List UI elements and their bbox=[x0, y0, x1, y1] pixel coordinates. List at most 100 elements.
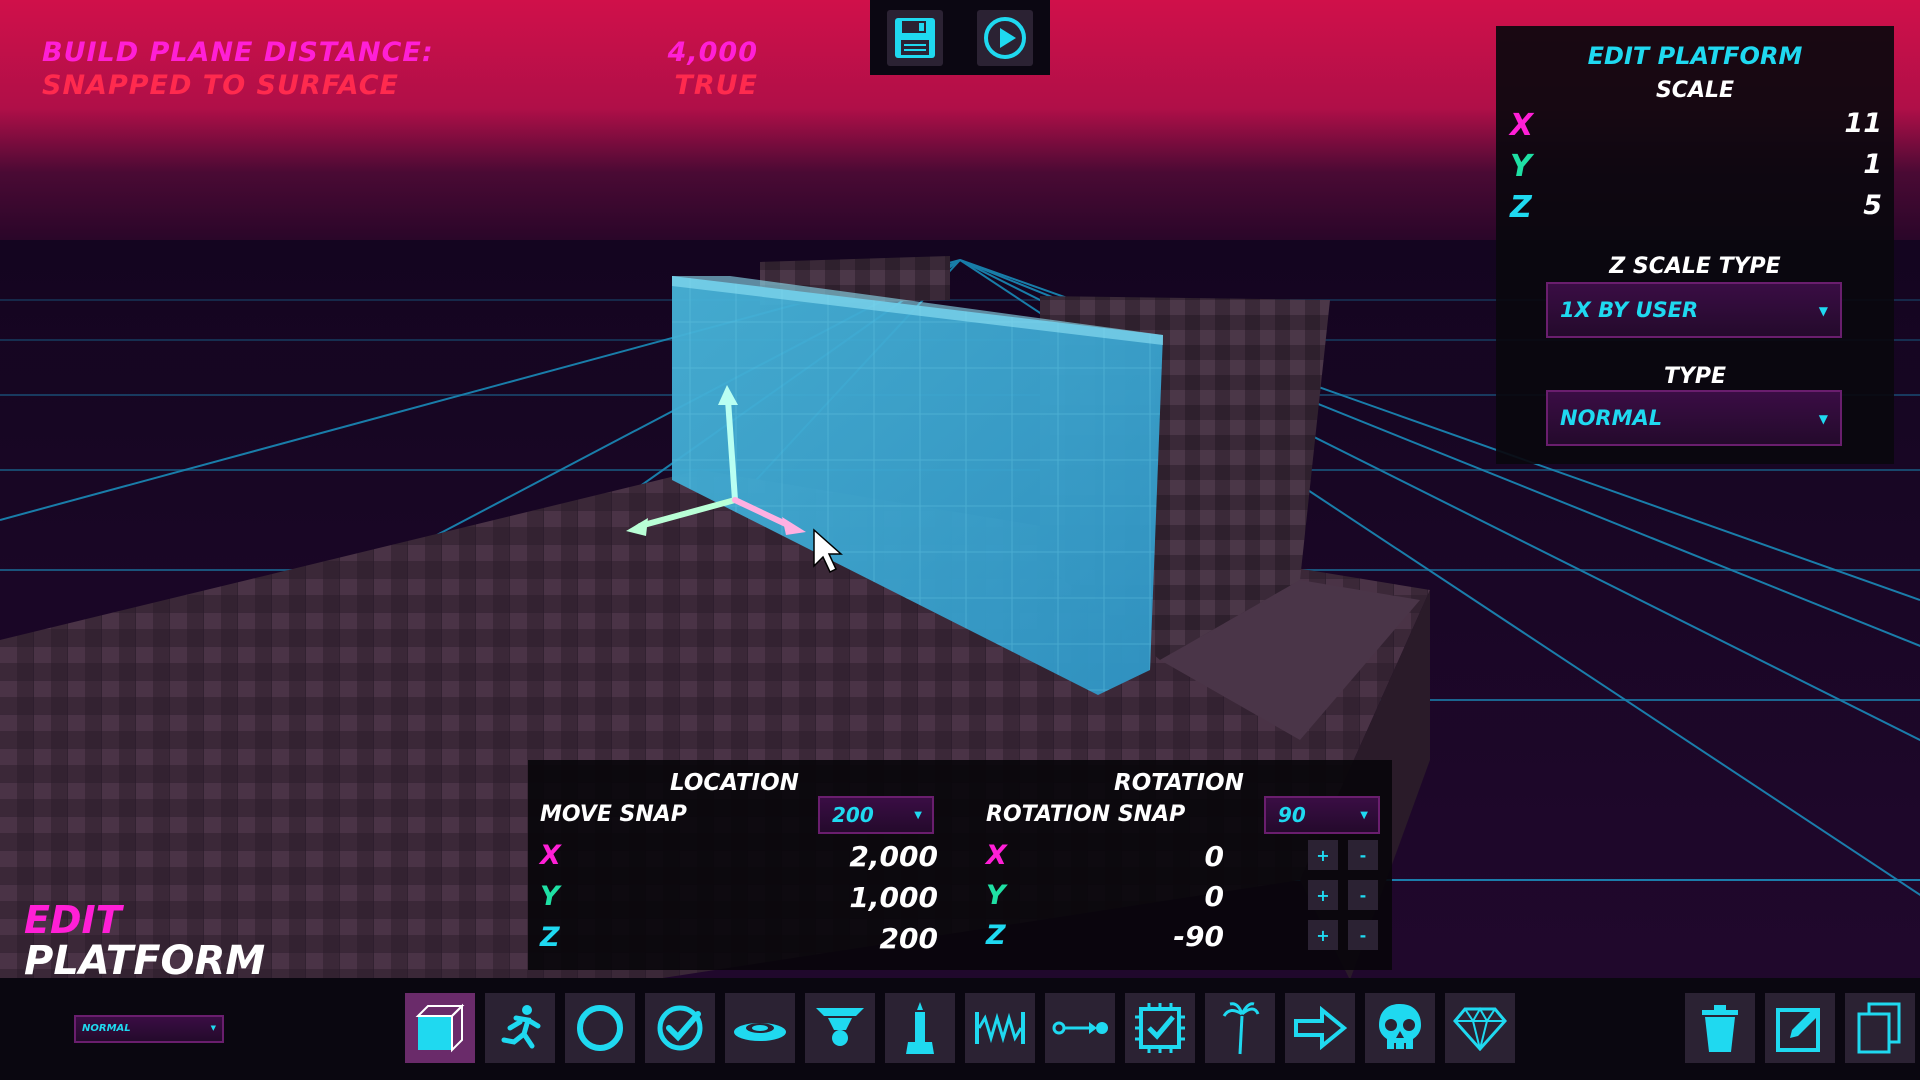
location-x-value[interactable]: 2,000 bbox=[728, 840, 938, 873]
location-y-value[interactable]: 1,000 bbox=[728, 881, 938, 914]
rotation-z-label: Z bbox=[986, 920, 1006, 951]
hud-stats: BUILD PLANE DISTANCE: 4,000 SNAPPED TO S… bbox=[42, 36, 758, 102]
scale-z-label: Z bbox=[1510, 190, 1532, 225]
scale-y-value[interactable]: 1 bbox=[1863, 149, 1882, 184]
rotation-x-plus-button[interactable]: + bbox=[1308, 840, 1338, 870]
scale-x-label: X bbox=[1510, 108, 1534, 143]
tool-goal-button[interactable] bbox=[645, 993, 715, 1063]
mode-mini-dropdown-value: NORMAL bbox=[82, 1023, 131, 1034]
location-z-value[interactable]: 200 bbox=[728, 922, 938, 955]
save-button[interactable] bbox=[887, 9, 943, 66]
build-plane-label: BUILD PLANE DISTANCE: bbox=[42, 37, 434, 68]
z-scale-type-dropdown[interactable]: 1X BY USER ▼ bbox=[1546, 282, 1842, 338]
rotation-x-minus-button[interactable]: - bbox=[1348, 840, 1378, 870]
snapped-value: TRUE bbox=[674, 70, 758, 101]
checkpoint-chip-icon bbox=[1135, 1003, 1185, 1053]
scale-x-value[interactable]: 11 bbox=[1844, 108, 1882, 143]
tool-arrow-button[interactable] bbox=[1285, 993, 1355, 1063]
tool-spring-button[interactable] bbox=[965, 993, 1035, 1063]
edit-icon bbox=[1776, 1008, 1820, 1052]
path-icon bbox=[1052, 1021, 1108, 1035]
rotation-snap-value: 90 bbox=[1278, 803, 1306, 827]
scale-heading: SCALE bbox=[1655, 78, 1735, 103]
type-value: NORMAL bbox=[1560, 406, 1663, 430]
rotation-x-value[interactable]: 0 bbox=[1088, 840, 1224, 873]
skull-icon bbox=[1379, 1004, 1421, 1049]
transform-panel: LOCATION MOVE SNAP 200 ▼ X 2,000 Y 1,000… bbox=[528, 760, 1392, 970]
lamp-icon bbox=[816, 1008, 864, 1046]
top-toolbar bbox=[870, 0, 1050, 75]
cube-icon bbox=[415, 1003, 465, 1053]
location-y-label: Y bbox=[540, 881, 560, 912]
tool-gem-button[interactable] bbox=[1445, 993, 1515, 1063]
move-snap-dropdown[interactable]: 200 ▼ bbox=[818, 796, 934, 834]
location-title: LOCATION bbox=[670, 770, 799, 796]
chevron-down-icon: ▼ bbox=[914, 810, 922, 821]
move-snap-value: 200 bbox=[832, 803, 874, 827]
tool-pad-button[interactable] bbox=[725, 993, 795, 1063]
runner-icon bbox=[501, 1005, 541, 1049]
palm-tree-icon bbox=[1222, 1002, 1260, 1055]
rotation-z-plus-button[interactable]: + bbox=[1308, 920, 1338, 950]
pad-icon bbox=[734, 1023, 786, 1041]
duplicate-button[interactable] bbox=[1845, 993, 1915, 1063]
rotation-z-minus-button[interactable]: - bbox=[1348, 920, 1378, 950]
chevron-down-icon: ▼ bbox=[1818, 412, 1828, 426]
chevron-down-icon: ▼ bbox=[210, 1024, 216, 1032]
type-label: TYPE bbox=[1663, 364, 1727, 389]
snapped-row: SNAPPED TO SURFACE TRUE bbox=[42, 69, 758, 102]
bottom-toolbar bbox=[0, 978, 1920, 1080]
delete-button[interactable] bbox=[1685, 993, 1755, 1063]
z-scale-type-label: Z SCALE TYPE bbox=[1609, 254, 1781, 279]
location-z-label: Z bbox=[540, 922, 560, 953]
trash-icon bbox=[1702, 1005, 1738, 1052]
diamond-icon bbox=[1453, 1007, 1507, 1051]
rotation-z-value[interactable]: -90 bbox=[1088, 920, 1224, 953]
scale-x-row[interactable]: X 11 bbox=[1510, 108, 1882, 143]
tool-platform-button[interactable] bbox=[405, 993, 475, 1063]
statue-icon bbox=[906, 1002, 934, 1054]
scale-y-row[interactable]: Y 1 bbox=[1510, 149, 1882, 184]
rotation-x-label: X bbox=[986, 840, 1007, 871]
tool-lamp-button[interactable] bbox=[805, 993, 875, 1063]
move-snap-label: MOVE SNAP bbox=[540, 802, 687, 827]
rotation-snap-dropdown[interactable]: 90 ▼ bbox=[1264, 796, 1380, 834]
tool-ring-button[interactable] bbox=[565, 993, 635, 1063]
rotation-snap-label: ROTATION SNAP bbox=[986, 802, 1186, 827]
scale-y-label: Y bbox=[1510, 149, 1532, 184]
build-plane-row: BUILD PLANE DISTANCE: 4,000 bbox=[42, 36, 758, 69]
copy-icon bbox=[1857, 1002, 1901, 1054]
scale-z-value[interactable]: 5 bbox=[1863, 190, 1882, 225]
tool-checkpoint-button[interactable] bbox=[1125, 993, 1195, 1063]
edit-platform-panel: EDIT PLATFORM SCALE X 11 Y 1 Z 5 Z SCALE… bbox=[1496, 26, 1894, 464]
play-button[interactable] bbox=[977, 9, 1033, 66]
tool-palm-tree-button[interactable] bbox=[1205, 993, 1275, 1063]
panel-title: EDIT PLATFORM bbox=[1587, 42, 1803, 70]
checkmark-icon bbox=[657, 1005, 703, 1051]
tool-statue-button[interactable] bbox=[885, 993, 955, 1063]
build-plane-value: 4,000 bbox=[667, 37, 758, 68]
rotation-y-plus-button[interactable]: + bbox=[1308, 880, 1338, 910]
edit-button[interactable] bbox=[1765, 993, 1835, 1063]
z-scale-type-value: 1X BY USER bbox=[1560, 298, 1699, 322]
rotation-y-minus-button[interactable]: - bbox=[1348, 880, 1378, 910]
rotation-y-value[interactable]: 0 bbox=[1088, 880, 1224, 913]
save-icon bbox=[895, 17, 935, 58]
arrow-right-icon bbox=[1294, 1006, 1348, 1050]
ring-icon bbox=[577, 1005, 623, 1051]
spring-icon bbox=[975, 1012, 1025, 1044]
tool-path-button[interactable] bbox=[1045, 993, 1115, 1063]
scale-z-row[interactable]: Z 5 bbox=[1510, 190, 1882, 225]
mode-edit-label: EDIT bbox=[24, 898, 122, 942]
play-icon bbox=[984, 16, 1026, 59]
chevron-down-icon: ▼ bbox=[1818, 304, 1828, 318]
chevron-down-icon: ▼ bbox=[1360, 810, 1368, 821]
tool-player-start-button[interactable] bbox=[485, 993, 555, 1063]
snapped-label: SNAPPED TO SURFACE bbox=[42, 70, 399, 101]
rotation-y-label: Y bbox=[986, 880, 1006, 911]
type-dropdown[interactable]: NORMAL ▼ bbox=[1546, 390, 1842, 446]
location-x-label: X bbox=[540, 840, 561, 871]
tool-hazard-button[interactable] bbox=[1365, 993, 1435, 1063]
rotation-title: ROTATION bbox=[1114, 770, 1244, 796]
mode-mini-dropdown[interactable]: NORMAL ▼ bbox=[74, 1015, 224, 1043]
